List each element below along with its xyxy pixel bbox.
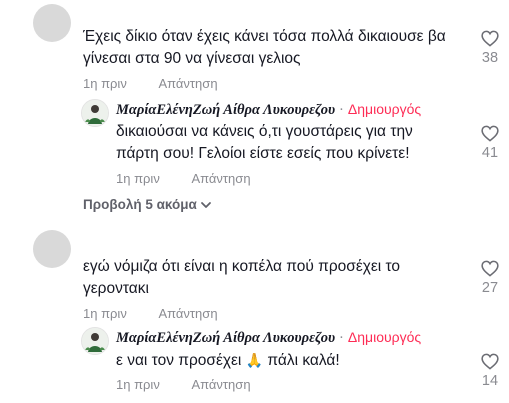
comment-1-avatar[interactable] — [33, 4, 71, 42]
comment-2-like-button[interactable]: 27 — [474, 260, 506, 296]
comment-2-meta: 1η πριν Απάντηση — [83, 306, 218, 321]
comment-2-time: 1η πριν — [83, 306, 127, 321]
creator-badge: Δημιουργός — [347, 101, 422, 117]
reply-2-meta: 1η πριν Απάντηση — [116, 377, 251, 392]
reply-1-text-line-1: δικαιούσαι να κάνεις ό,τι γουστάρεις για… — [116, 123, 413, 140]
reply-1-meta: 1η πριν Απάντηση — [116, 171, 251, 186]
heart-outline-icon[interactable] — [474, 125, 506, 142]
comment-1-meta: 1η πριν Απάντηση — [83, 76, 218, 91]
chevron-down-icon — [200, 199, 212, 214]
comment-1-text-line-2: γίνεσαι στα 90 να γίνεσαι γελιος — [83, 50, 301, 67]
heart-outline-icon[interactable] — [474, 353, 506, 370]
reply-2-text: ε ναι τον προσέχει 🙏 πάλι καλά! — [116, 349, 340, 372]
reply-1-like-button[interactable]: 41 — [474, 125, 506, 161]
reply-2-header: ΜαρίαΕλένηΖωή Αίθρα Λυκουρεζου · Δημιουργό… — [116, 329, 421, 347]
reply-1-like-count: 41 — [481, 145, 499, 161]
comment-2-reply-button[interactable]: Απάντηση — [158, 306, 217, 321]
comment-1-like-count: 38 — [481, 50, 499, 66]
reply-1-username[interactable]: ΜαρίαΕλένηΖωή Αίθρα Λυκουρεζου — [116, 102, 335, 118]
comment-2-avatar[interactable] — [33, 230, 71, 268]
reply-2-separator: · — [339, 330, 344, 346]
reply-2-avatar[interactable] — [81, 327, 109, 355]
reply-2-text-start: ε ναι τον προσέχει — [116, 352, 242, 369]
comment-1-like-button[interactable]: 38 — [474, 30, 506, 66]
comment-1-text-line-1: Έχεις δίκιο όταν έχεις κάνει τόσα πολλά … — [83, 28, 446, 45]
reply-2-like-button[interactable]: 14 — [474, 353, 506, 389]
reply-1-avatar[interactable] — [81, 99, 109, 127]
comment-1-reply-button[interactable]: Απάντηση — [158, 76, 217, 91]
reply-2-reply-button[interactable]: Απάντηση — [191, 377, 250, 392]
heart-outline-icon[interactable] — [474, 260, 506, 277]
comment-2-like-count: 27 — [481, 280, 499, 296]
view-more-replies-button[interactable]: Προβολή 5 ακόμα — [83, 197, 212, 214]
reply-1-text-line-2: πάρτη σου! Γελοίοι είστε εσείς που κρίνε… — [116, 145, 410, 162]
creator-badge: Δημιουργός — [347, 329, 422, 345]
comment-1-time: 1η πριν — [83, 76, 127, 91]
comment-2-text-line-1: εγώ νόμιζα ότι είναι η κοπέλα πού προσέχ… — [83, 258, 401, 275]
reply-1-separator: · — [339, 102, 344, 118]
view-more-label: Προβολή 5 ακόμα — [83, 197, 197, 212]
reply-2-username[interactable]: ΜαρίαΕλένηΖωή Αίθρα Λυκουρεζου — [116, 330, 335, 346]
pray-emoji: 🙏 — [245, 352, 264, 368]
reply-2-text-end: πάλι καλά! — [263, 352, 340, 369]
reply-1-reply-button[interactable]: Απάντηση — [191, 171, 250, 186]
reply-2-like-count: 14 — [481, 373, 499, 389]
reply-2-time: 1η πριν — [116, 377, 160, 392]
reply-1-time: 1η πριν — [116, 171, 160, 186]
comment-2-text-line-2: γεροντακι — [83, 280, 149, 297]
reply-1-header: ΜαρίαΕλένηΖωή Αίθρα Λυκουρεζου · Δημιουργό… — [116, 101, 421, 119]
heart-outline-icon[interactable] — [474, 30, 506, 47]
